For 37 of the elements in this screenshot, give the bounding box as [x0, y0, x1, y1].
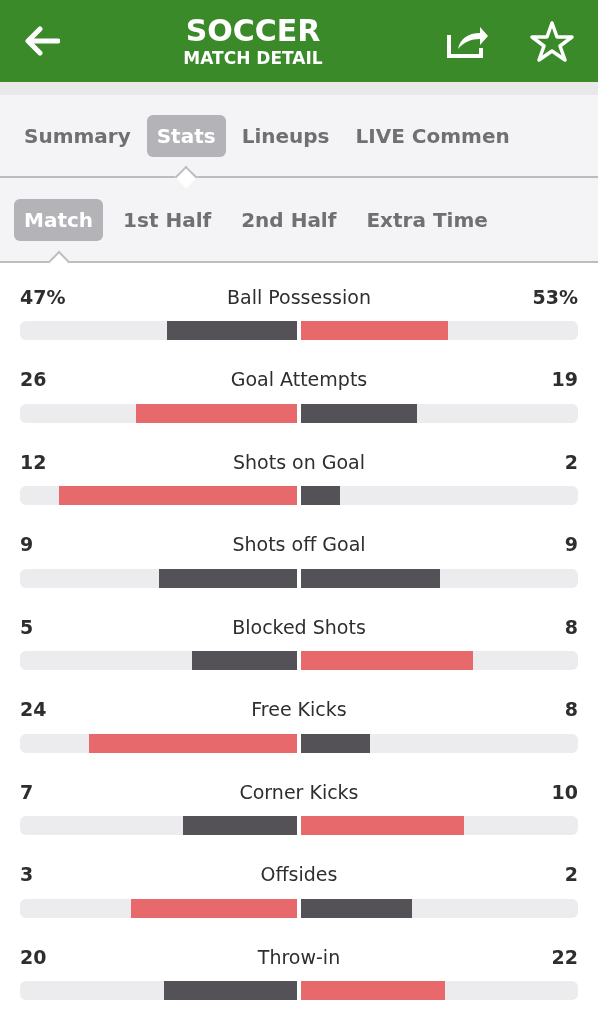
stat-name: Free Kicks: [251, 697, 347, 723]
home-value: 24: [20, 697, 48, 723]
home-value: 9: [20, 532, 35, 558]
stat-name: Offsides: [260, 862, 338, 888]
section-tab[interactable]: Summary: [14, 114, 141, 157]
stat-name: Blocked Shots: [232, 614, 366, 640]
away-value: 8: [563, 697, 578, 723]
away-value: 2: [563, 862, 578, 888]
stat-name: Goal Attempts: [230, 367, 368, 393]
section-tab[interactable]: LIVE Commen: [345, 114, 520, 157]
stat-name: Shots off Goal: [232, 532, 366, 558]
home-value: 3: [20, 862, 35, 888]
period-tab[interactable]: 2nd Half: [231, 198, 347, 241]
home-value: 47%: [20, 284, 67, 310]
away-value: 53%: [531, 284, 578, 310]
home-value: 12: [20, 449, 48, 475]
stat-name: Shots on Goal: [232, 449, 366, 475]
away-value: 22: [550, 944, 578, 970]
away-value: 10: [550, 779, 578, 805]
period-tab[interactable]: 1st Half: [113, 198, 222, 241]
period-tab[interactable]: Extra Time: [356, 198, 498, 241]
back-icon[interactable]: [24, 26, 60, 56]
home-value: 7: [20, 779, 35, 805]
away-value: 8: [563, 614, 578, 640]
home-value: 5: [20, 614, 35, 640]
home-value: 20: [20, 944, 48, 970]
home-value: 26: [20, 367, 48, 393]
header-subtitle: MATCH DETAIL: [183, 48, 323, 68]
stat-name: Ball Possession: [227, 284, 371, 310]
header-title: SOCCER: [185, 14, 321, 48]
stat-name: Throw-in: [257, 944, 341, 970]
away-value: 9: [563, 532, 578, 558]
section-tab[interactable]: Lineups: [231, 114, 340, 157]
away-value: 2: [563, 449, 578, 475]
stat-name: Corner Kicks: [239, 779, 359, 805]
star-icon[interactable]: [530, 20, 574, 62]
away-value: 19: [550, 367, 578, 393]
